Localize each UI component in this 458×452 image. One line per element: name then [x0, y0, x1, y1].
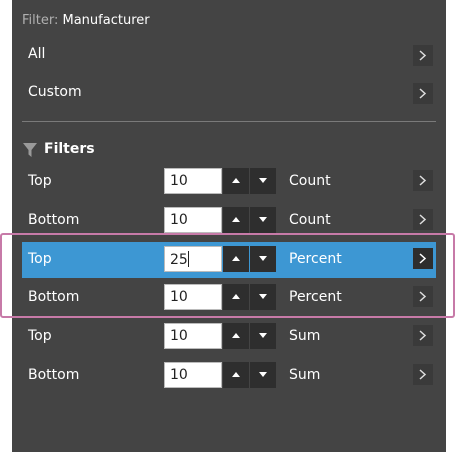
decrement-button[interactable]: [250, 362, 276, 388]
filter-value-input[interactable]: 10: [164, 284, 222, 310]
decrement-button[interactable]: [250, 323, 276, 349]
filter-row[interactable]: Bottom 10 Percent: [12, 280, 446, 316]
caret-up-icon: [232, 372, 240, 377]
chevron-right-icon[interactable]: [413, 286, 433, 307]
filter-value-input[interactable]: 25: [164, 246, 222, 272]
filter-row[interactable]: Top 10 Sum: [12, 319, 446, 355]
caret-up-icon: [232, 294, 240, 299]
decrement-button[interactable]: [250, 246, 276, 272]
decrement-button[interactable]: [250, 284, 276, 310]
caret-up-icon: [232, 256, 240, 261]
filter-unit: Percent: [289, 289, 342, 305]
chevron-right-icon[interactable]: [413, 83, 433, 104]
filter-unit: Sum: [289, 367, 321, 383]
filter-row[interactable]: Bottom 10 Count: [12, 203, 446, 239]
section-divider: [22, 121, 436, 122]
caret-up-icon: [232, 217, 240, 222]
filter-value-input[interactable]: 10: [164, 362, 222, 388]
filter-panel: Filter: Manufacturer All Custom Filters …: [12, 0, 446, 452]
caret-down-icon: [259, 333, 267, 338]
filter-value-input[interactable]: 10: [164, 323, 222, 349]
filter-unit: Percent: [289, 251, 342, 267]
filter-unit: Count: [289, 212, 331, 228]
caret-down-icon: [259, 217, 267, 222]
preset-custom-label: Custom: [28, 84, 82, 100]
panel-title-label: Filter:: [22, 13, 59, 28]
chevron-right-icon[interactable]: [413, 209, 433, 230]
increment-button[interactable]: [223, 284, 249, 310]
panel-title: Filter: Manufacturer: [22, 13, 150, 28]
caret-down-icon: [259, 178, 267, 183]
filter-type: Bottom: [28, 289, 80, 305]
filter-value-input[interactable]: 10: [164, 207, 222, 233]
panel-title-field: Manufacturer: [62, 13, 150, 28]
chevron-right-icon[interactable]: [413, 45, 433, 66]
filter-type: Top: [28, 173, 52, 189]
filter-type: Top: [28, 251, 52, 267]
filter-row[interactable]: Top 10 Count: [12, 164, 446, 200]
filter-row-selected[interactable]: Top 25 Percent: [22, 242, 436, 278]
chevron-right-icon[interactable]: [413, 364, 433, 385]
text-cursor: [187, 251, 189, 267]
increment-button[interactable]: [223, 246, 249, 272]
increment-button[interactable]: [223, 362, 249, 388]
caret-up-icon: [232, 333, 240, 338]
preset-all[interactable]: All: [12, 37, 446, 74]
filter-unit: Count: [289, 173, 331, 189]
filter-type: Bottom: [28, 212, 80, 228]
caret-up-icon: [232, 178, 240, 183]
decrement-button[interactable]: [250, 168, 276, 194]
chevron-right-icon[interactable]: [413, 248, 433, 269]
filter-row[interactable]: Bottom 10 Sum: [12, 358, 446, 394]
filter-type: Top: [28, 328, 52, 344]
preset-all-label: All: [28, 46, 46, 62]
caret-down-icon: [259, 256, 267, 261]
increment-button[interactable]: [223, 323, 249, 349]
filters-section-title: Filters: [44, 141, 95, 157]
filter-value-text: 25: [170, 252, 188, 268]
increment-button[interactable]: [223, 168, 249, 194]
decrement-button[interactable]: [250, 207, 276, 233]
caret-down-icon: [259, 372, 267, 377]
filter-value-input[interactable]: 10: [164, 168, 222, 194]
chevron-right-icon[interactable]: [413, 325, 433, 346]
filter-unit: Sum: [289, 328, 321, 344]
chevron-right-icon[interactable]: [413, 170, 433, 191]
preset-custom[interactable]: Custom: [12, 75, 446, 112]
funnel-icon: [23, 143, 37, 157]
caret-down-icon: [259, 294, 267, 299]
increment-button[interactable]: [223, 207, 249, 233]
filter-type: Bottom: [28, 367, 80, 383]
